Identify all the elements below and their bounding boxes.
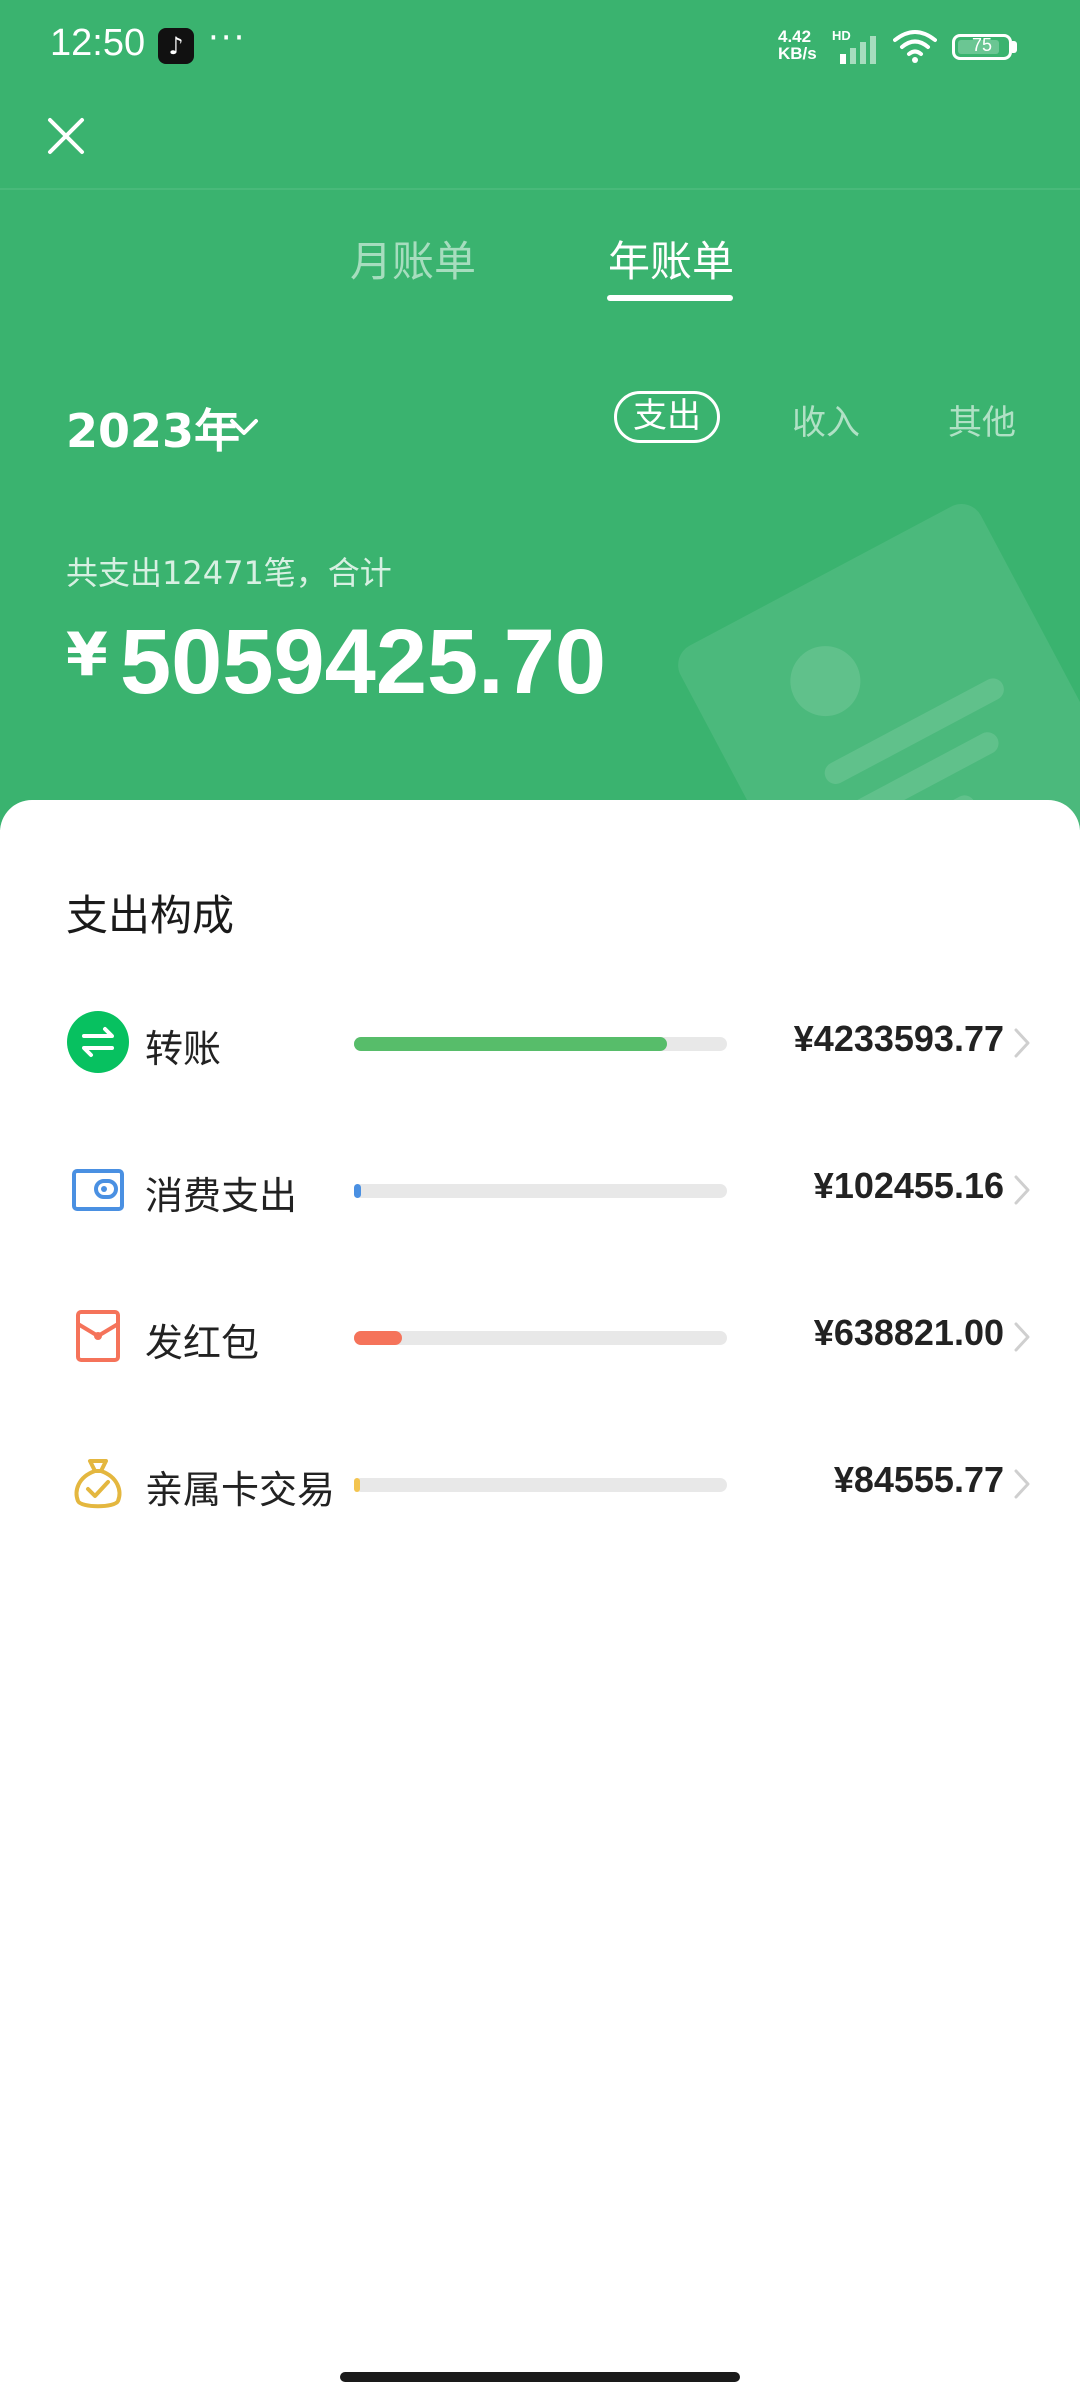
chevron-right-icon (1014, 1469, 1030, 1499)
progress-track (354, 1331, 727, 1345)
tiktok-notification-icon: ♪ (158, 28, 194, 64)
row-amount: ¥102455.16 (813, 1165, 1004, 1206)
tab-yearly-bill[interactable]: 年账单 (608, 228, 734, 289)
close-icon[interactable] (38, 108, 94, 164)
progress-fill (354, 1037, 667, 1051)
year-label: 2023年 (66, 404, 241, 458)
nav-divider (0, 188, 1080, 190)
transfer-icon (67, 1011, 129, 1073)
chevron-right-icon (1014, 1322, 1030, 1352)
year-selector[interactable]: 2023年 (66, 395, 258, 461)
home-indicator[interactable] (340, 2372, 740, 2382)
more-notifications-icon: ··· (208, 18, 247, 58)
breakdown-sheet: 支出构成 转账 ¥4233593.77 消费支出 ¥102455.16 发红包 … (0, 800, 1080, 2400)
row-amount: ¥4233593.77 (793, 1018, 1004, 1059)
row-label: 发红包 (145, 1321, 260, 1365)
status-time: 12:50 (50, 22, 146, 64)
breakdown-row-consumption[interactable]: 消费支出 ¥102455.16 (0, 1135, 1080, 1245)
money-bag-icon (74, 1459, 122, 1509)
row-label: 转账 (145, 1027, 222, 1071)
filter-expense[interactable]: 支出 (614, 391, 720, 443)
battery-tip (1012, 41, 1017, 53)
currency-symbol: ¥ (66, 620, 108, 690)
tab-monthly-bill[interactable]: 月账单 (350, 228, 476, 289)
expense-summary: 共支出12471笔，合计 (66, 554, 392, 592)
row-amount: ¥84555.77 (833, 1459, 1004, 1500)
progress-track (354, 1037, 727, 1051)
chevron-right-icon (1014, 1028, 1030, 1058)
status-bar: 12:50 ♪ ··· 4.42 KB/s HD 75 (0, 0, 1080, 95)
progress-track (354, 1184, 727, 1198)
filter-income[interactable]: 收入 (792, 395, 860, 444)
wifi-icon (893, 30, 937, 63)
progress-fill (354, 1478, 360, 1492)
active-tab-indicator (607, 295, 733, 301)
row-label: 亲属卡交易 (145, 1468, 336, 1512)
chevron-down-icon (230, 419, 258, 435)
chevron-right-icon (1014, 1175, 1030, 1205)
battery-icon: 75 (952, 34, 1012, 60)
row-amount: ¥638821.00 (813, 1312, 1004, 1353)
progress-fill (354, 1184, 361, 1198)
progress-fill (354, 1331, 402, 1345)
wallet-icon (72, 1169, 124, 1211)
breakdown-row-transfer[interactable]: 转账 ¥4233593.77 (0, 988, 1080, 1098)
decorative-bill-illustration (670, 496, 1080, 830)
breakdown-row-family-card[interactable]: 亲属卡交易 ¥84555.77 (0, 1429, 1080, 1539)
network-speed: 4.42 KB/s (778, 27, 817, 63)
battery-level: 75 (971, 35, 993, 55)
signal-icon (840, 36, 876, 64)
row-label: 消费支出 (145, 1174, 298, 1218)
filter-other[interactable]: 其他 (948, 395, 1016, 444)
red-packet-icon (76, 1310, 120, 1362)
total-amount: 5059425.70 (120, 611, 607, 713)
progress-track (354, 1478, 727, 1492)
breakdown-row-red-packet[interactable]: 发红包 ¥638821.00 (0, 1282, 1080, 1392)
section-title: 支出构成 (66, 891, 235, 940)
header: 12:50 ♪ ··· 4.42 KB/s HD 75 月账单 年账单 2023… (0, 0, 1080, 830)
